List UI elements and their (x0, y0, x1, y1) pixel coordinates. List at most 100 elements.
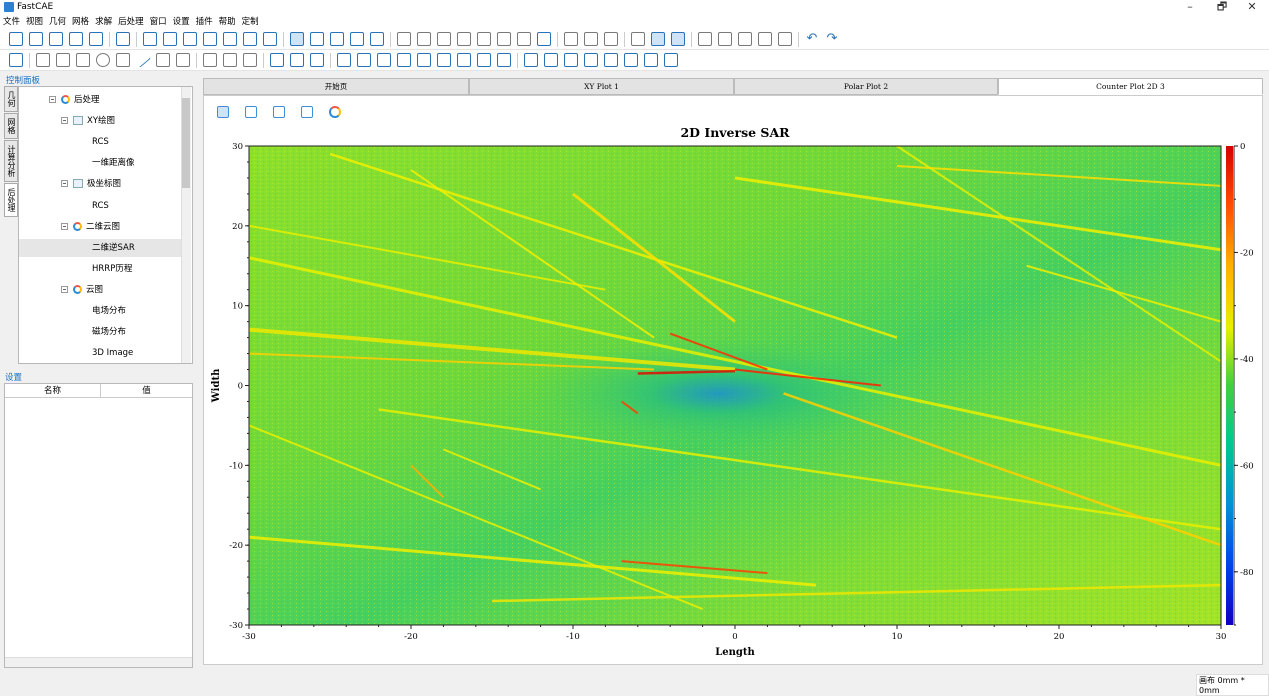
tree-scrollbar-thumb[interactable] (182, 98, 190, 188)
surface-edges-icon[interactable] (671, 32, 685, 46)
sphere-icon[interactable] (96, 53, 110, 67)
boolean-fuse-icon[interactable] (290, 53, 304, 67)
collapse-toggle-icon[interactable] (61, 117, 68, 125)
mesh-quality-icon[interactable] (517, 32, 531, 46)
plot-colormap-icon[interactable] (329, 106, 341, 118)
datum-plane-icon[interactable] (524, 53, 538, 67)
side-tab[interactable]: 网格 (4, 113, 18, 139)
view-rotate-icon[interactable] (738, 32, 752, 46)
cube-back-icon[interactable] (584, 32, 598, 46)
open-folder-icon[interactable] (29, 32, 43, 46)
tree-item[interactable]: XY绘图 (19, 112, 182, 130)
polygon-icon[interactable] (176, 53, 190, 67)
split-icon[interactable] (497, 53, 511, 67)
tree-item[interactable]: 3D Image (19, 344, 182, 362)
mesh-node-icon[interactable] (397, 32, 411, 46)
surface-icon[interactable] (651, 32, 665, 46)
mesh-element-icon[interactable] (417, 32, 431, 46)
move-icon[interactable] (357, 53, 371, 67)
chamfer-icon[interactable] (203, 53, 217, 67)
datum-axis-icon[interactable] (544, 53, 558, 67)
menu-item[interactable]: 帮助 (216, 15, 239, 29)
remove-face-icon[interactable] (604, 53, 618, 67)
select-body-icon[interactable] (370, 32, 384, 46)
menu-item[interactable]: 网格 (69, 15, 92, 29)
axis-x-icon[interactable] (163, 32, 177, 46)
cube-front-icon[interactable] (564, 32, 578, 46)
tab[interactable]: Counter Plot 2D 3 (998, 78, 1263, 95)
cone-icon[interactable] (76, 53, 90, 67)
variable-fillet-icon[interactable] (243, 53, 257, 67)
redo-icon[interactable]: ↷ (825, 32, 839, 46)
filter-icon[interactable] (290, 32, 304, 46)
box-icon[interactable] (36, 53, 50, 67)
line-icon[interactable] (135, 52, 151, 68)
menu-item[interactable]: 设置 (170, 15, 193, 29)
tab[interactable]: Polar Plot 2 (734, 78, 998, 95)
view-fit-icon[interactable] (718, 32, 732, 46)
menu-item[interactable]: 文件 (0, 15, 23, 29)
tab[interactable]: XY Plot 1 (469, 78, 734, 95)
extrude-icon[interactable] (397, 53, 411, 67)
collapse-toggle-icon[interactable] (61, 222, 68, 230)
menu-item[interactable]: 求解 (92, 15, 115, 29)
menu-item[interactable]: 定制 (239, 15, 262, 29)
wireframe-icon[interactable] (631, 32, 645, 46)
side-tab[interactable]: 后处理 (4, 183, 18, 217)
column-header-name[interactable]: 名称 (5, 384, 101, 398)
grid-view-icon[interactable] (143, 32, 157, 46)
mesh-set-icon[interactable] (537, 32, 551, 46)
tree-item[interactable]: 磁场分布 (19, 323, 182, 341)
tree-item[interactable]: 二维云图 (19, 218, 182, 236)
plot-y-axis-icon[interactable] (273, 106, 285, 118)
menu-item[interactable]: 窗口 (147, 15, 170, 29)
sketch-icon[interactable] (624, 53, 638, 67)
rotate-feature-icon[interactable] (377, 53, 391, 67)
tree-item[interactable]: 后处理 (19, 91, 182, 109)
plot-text-icon[interactable] (217, 106, 229, 118)
undo-icon[interactable]: ↶ (805, 32, 819, 46)
loft-icon[interactable] (477, 53, 491, 67)
settings-horizontal-scrollbar[interactable] (5, 657, 192, 667)
boolean-common-icon[interactable] (310, 53, 324, 67)
collapse-toggle-icon[interactable] (49, 96, 56, 103)
axis-z-icon[interactable] (203, 32, 217, 46)
fillet-icon[interactable] (223, 53, 237, 67)
axis-neg-z-icon[interactable] (263, 32, 277, 46)
restore-button[interactable]: 🗗 (1207, 0, 1237, 15)
menu-item[interactable]: 几何 (46, 15, 69, 29)
plot-x-axis-icon[interactable] (245, 106, 257, 118)
export-icon[interactable] (89, 32, 103, 46)
select-face-icon[interactable] (350, 32, 364, 46)
tree-item[interactable]: 一维距离像 (19, 154, 182, 172)
shell-icon[interactable] (644, 53, 658, 67)
view-iso-icon[interactable] (698, 32, 712, 46)
tree-item[interactable]: 二维逆SAR (19, 238, 182, 257)
fill-hole-icon[interactable] (584, 53, 598, 67)
tree-item[interactable]: RCS (19, 133, 182, 151)
collapse-toggle-icon[interactable] (61, 180, 68, 188)
axis-neg-x-icon[interactable] (223, 32, 237, 46)
mirror-icon[interactable] (337, 53, 351, 67)
view-hex-icon[interactable] (758, 32, 772, 46)
revolve-icon[interactable] (437, 53, 451, 67)
import-geometry-icon[interactable] (9, 53, 23, 67)
section-icon[interactable] (664, 53, 678, 67)
tree-item[interactable]: 极坐标图 (19, 175, 182, 193)
array-icon[interactable] (417, 53, 431, 67)
rectangle-icon[interactable] (116, 53, 130, 67)
cylinder-icon[interactable] (56, 53, 70, 67)
select-point-icon[interactable] (310, 32, 324, 46)
contour-chart[interactable]: -30 -20 -10 0 10 20 30 30 20 10 0 -10 -20 -30 Length Wi… (205, 138, 1260, 663)
collapse-toggle-icon[interactable] (61, 285, 68, 293)
axis-neg-y-icon[interactable] (243, 32, 257, 46)
side-tab[interactable]: 几何 (4, 86, 18, 112)
minimize-button[interactable]: – (1175, 0, 1205, 15)
close-button[interactable]: ✕ (1237, 0, 1267, 15)
sweep-icon[interactable] (457, 53, 471, 67)
side-tab[interactable]: 计算分析 (4, 140, 18, 182)
plot-export-icon[interactable] (301, 106, 313, 118)
tab[interactable]: 开始页 (203, 78, 469, 95)
tree-item[interactable]: 电场分布 (19, 302, 182, 320)
list-icon[interactable] (116, 32, 130, 46)
